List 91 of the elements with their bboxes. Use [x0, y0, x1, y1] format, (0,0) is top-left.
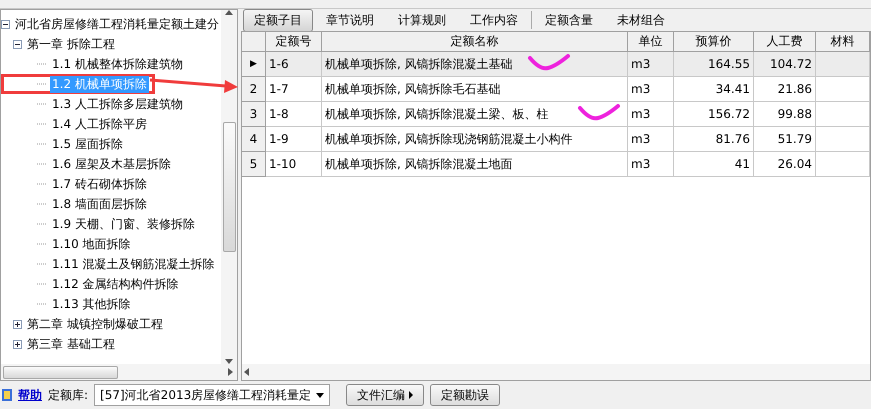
table-cell: [816, 52, 870, 77]
table-cell: 21.86: [754, 77, 816, 102]
tree-connector-icon: [37, 183, 47, 185]
column-header: 单位: [628, 32, 674, 52]
table-cell: 1-7: [266, 77, 322, 102]
row-number: 4: [242, 127, 266, 152]
column-header: 材料: [816, 32, 870, 52]
toolbar-button[interactable]: 文件汇编: [346, 384, 424, 406]
row-number: 3: [242, 102, 266, 127]
tab[interactable]: 章节说明: [315, 8, 385, 32]
table-cell: 51.79: [754, 127, 816, 152]
tree-connector-icon: [37, 163, 47, 165]
horizontal-scrollbar[interactable]: [1, 364, 237, 380]
table-cell: 机械单项拆除, 风镐拆除混凝土基础: [322, 52, 628, 77]
table-cell: 164.55: [674, 52, 754, 77]
tree-item[interactable]: 1.5 屋面拆除: [50, 136, 125, 152]
expand-icon[interactable]: [13, 340, 22, 348]
help-icon[interactable]: [2, 389, 12, 401]
tree-connector-icon: [37, 63, 47, 65]
tree-connector-icon: [37, 243, 47, 245]
row-number: 2: [242, 77, 266, 102]
horizontal-scrollbar[interactable]: [242, 364, 870, 380]
tree-connector-icon: [37, 103, 47, 105]
tree-item[interactable]: 1.1 机械整体拆除建筑物: [50, 56, 185, 72]
toolbar-button[interactable]: 定额勘误: [430, 384, 500, 406]
table-cell: 26.04: [754, 152, 816, 177]
tree-connector-icon: [37, 83, 47, 85]
column-header: 定额号: [266, 32, 322, 52]
table-cell: 1-6: [266, 52, 322, 77]
collapse-icon[interactable]: [13, 40, 22, 48]
column-header: 定额名称: [322, 32, 628, 52]
tree-item[interactable]: 第三章 基础工程: [25, 336, 117, 352]
table-cell: 81.76: [674, 127, 754, 152]
tree-connector-icon: [37, 263, 47, 265]
tree-item[interactable]: 1.3 人工拆除多层建筑物: [50, 96, 185, 112]
table-cell: 156.72: [674, 102, 754, 127]
table-cell: 99.88: [754, 102, 816, 127]
tree-item[interactable]: 第一章 拆除工程: [25, 36, 117, 52]
tree-item[interactable]: 1.10 地面拆除: [50, 236, 133, 252]
expand-icon[interactable]: [13, 320, 22, 328]
table-cell: 机械单项拆除, 风镐拆除混凝土梁、板、柱: [322, 102, 628, 127]
table-cell: 1-10: [266, 152, 322, 177]
table-cell: 1-9: [266, 127, 322, 152]
table-cell: 机械单项拆除, 风镐拆除混凝土地面: [322, 152, 628, 177]
check-mark: [578, 104, 620, 120]
tree-connector-icon: [37, 223, 47, 225]
table-cell: m3: [628, 102, 674, 127]
library-dropdown[interactable]: [57]河北省2013房屋修缮工程消耗量定: [94, 384, 330, 406]
tree-item[interactable]: 1.7 砖石砌体拆除: [50, 176, 149, 192]
vertical-scrollbar[interactable]: [221, 10, 237, 364]
library-label: 定额库:: [48, 386, 88, 404]
tree-item[interactable]: 河北省房屋修缮工程消耗量定额土建分: [13, 16, 221, 32]
table-cell: 104.72: [754, 52, 816, 77]
tree-item[interactable]: 1.9 天棚、门窗、装修拆除: [50, 216, 197, 232]
tab[interactable]: 定额子目: [243, 8, 313, 32]
tree-item[interactable]: 1.8 墙面面层拆除: [50, 196, 149, 212]
tab[interactable]: 定额含量: [534, 8, 604, 32]
tree-item[interactable]: 1.6 屋架及木基层拆除: [50, 156, 173, 172]
row-number: 5: [242, 152, 266, 177]
column-header: 人工费: [754, 32, 816, 52]
caret-icon: [316, 392, 324, 398]
table-cell: m3: [628, 77, 674, 102]
scroll-right-icon[interactable]: [228, 368, 233, 376]
tree-item[interactable]: 1.4 人工拆除平房: [50, 116, 149, 132]
tree-connector-icon: [37, 123, 47, 125]
check-mark: [528, 54, 570, 70]
column-header: 预算价: [674, 32, 754, 52]
tree-connector-icon: [37, 303, 47, 305]
help-link[interactable]: 帮助: [18, 386, 42, 404]
table-cell: m3: [628, 127, 674, 152]
table-cell: 41: [674, 152, 754, 177]
tab[interactable]: 未材组合: [606, 8, 676, 32]
tree-connector-icon: [37, 143, 47, 145]
current-row-marker: ▶: [242, 52, 266, 77]
table-cell: 1-8: [266, 102, 322, 127]
tree-item[interactable]: 第二章 城镇控制爆破工程: [25, 316, 165, 332]
scroll-left-icon[interactable]: [244, 368, 249, 376]
table-cell: 机械单项拆除, 风镐拆除现浇钢筋混凝土小构件: [322, 127, 628, 152]
table-cell: m3: [628, 152, 674, 177]
tree-connector-icon: [37, 203, 47, 205]
tab[interactable]: 工作内容: [459, 8, 529, 32]
collapse-icon[interactable]: [1, 20, 10, 28]
table-cell: 机械单项拆除, 风镐拆除毛石基础: [322, 77, 628, 102]
tab[interactable]: 计算规则: [387, 8, 457, 32]
tree-item[interactable]: 1.11 混凝土及钢筋混凝土拆除: [50, 256, 217, 272]
table-cell: 34.41: [674, 77, 754, 102]
tree-connector-icon: [37, 283, 47, 285]
caret-icon: [409, 391, 414, 399]
table-cell: m3: [628, 52, 674, 77]
tree-item[interactable]: 1.12 金属结构构件拆除: [50, 276, 181, 292]
tree-item[interactable]: 1.13 其他拆除: [50, 296, 133, 312]
